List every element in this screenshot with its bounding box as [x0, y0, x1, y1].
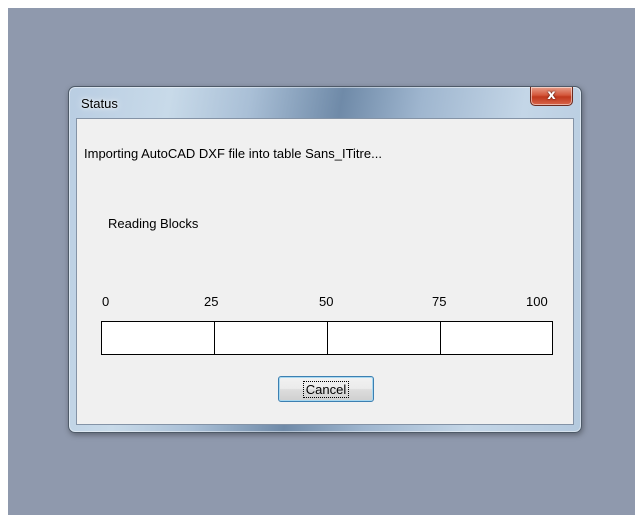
close-icon: x [547, 88, 556, 103]
title-bar[interactable]: Status x [69, 87, 581, 119]
import-message: Importing AutoCAD DXF file into table Sa… [84, 146, 382, 161]
progress-divider [327, 322, 328, 354]
close-button[interactable]: x [530, 87, 573, 106]
status-dialog: Status x Importing AutoCAD DXF file into… [68, 86, 582, 433]
phase-label: Reading Blocks [108, 216, 199, 231]
progress-tick-50: 50 [319, 294, 334, 309]
progress-tick-0: 0 [102, 294, 110, 309]
progress-divider [214, 322, 215, 354]
progress-divider [440, 322, 441, 354]
window-title: Status [81, 96, 118, 111]
dialog-content: Importing AutoCAD DXF file into table Sa… [76, 118, 574, 425]
progress-tick-75: 75 [432, 294, 447, 309]
progress-tick-100: 100 [526, 294, 548, 309]
cancel-button[interactable]: Cancel [278, 376, 374, 402]
progress-bar [101, 321, 553, 355]
progress-tick-25: 25 [204, 294, 219, 309]
cancel-button-label: Cancel [302, 380, 350, 398]
